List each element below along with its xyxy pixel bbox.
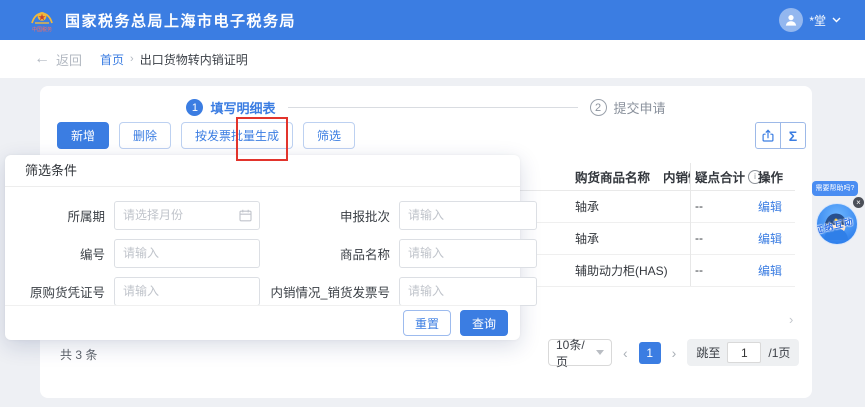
edit-link[interactable]: 编辑 [758,254,782,286]
step-1-label: 填写明细表 [210,101,276,116]
assistant-tooltip: 需要帮助吗? [812,181,858,196]
cell-doubt: -- [695,231,703,245]
total-pages: /1页 [768,346,791,360]
filter-button[interactable]: 筛选 [303,122,356,149]
fixed-column-divider [690,163,691,286]
back-button[interactable]: 返回 [56,50,82,69]
breadcrumb-separator: › [130,53,134,65]
batch-input[interactable] [399,200,537,230]
cell-product: 轴承 [575,199,600,214]
jump-label: 跳至 [696,346,721,360]
filter-row: 编号 商品名称 [11,234,537,272]
page-jump: 跳至 /1页 [687,339,800,366]
mascot-icon [824,213,848,240]
step-2: 2 提交申请 [589,98,666,117]
pagination: 10条/页 ‹ 1 › 跳至 /1页 [548,338,800,369]
next-page-button[interactable]: › [670,345,679,361]
user-icon [786,15,797,26]
close-icon[interactable]: × [853,197,864,208]
logo-caption: 中国税务 [31,26,52,33]
field-label-number: 编号 [79,247,105,262]
scroll-right-icon[interactable]: › [789,312,793,327]
cell-product: 轴承 [575,231,600,246]
annotation-highlight-box [236,117,288,161]
page-size-select[interactable]: 10条/页 [548,338,612,369]
cell-doubt: -- [695,263,703,277]
product-name-input[interactable] [399,238,537,268]
chevron-down-icon [832,17,841,23]
cell-doubt: -- [695,199,703,213]
add-button[interactable]: 新增 [57,122,110,149]
total-count: 共 3 条 [60,348,98,362]
step-1-number: 1 [186,99,204,116]
sales-invoice-input[interactable] [399,276,537,306]
col-header-domestic: 内销情 [663,171,691,185]
brand: 中国税务 国家税务总局上海市电子税务局 [28,4,296,36]
breadcrumb: ← 返回 首页 › 出口货物转内销证明 [0,40,865,78]
filter-row: 所属期 申报批次 [11,196,537,234]
sigma-icon: Σ [788,127,798,144]
edit-link[interactable]: 编辑 [758,190,782,222]
voucher-input[interactable] [114,276,260,306]
breadcrumb-home[interactable]: 首页 [100,51,124,68]
step-2-number: 2 [589,99,607,116]
filter-form: 所属期 申报批次 编号 商品名称 [5,187,537,310]
reset-button[interactable]: 重置 [402,310,451,336]
edit-link[interactable]: 编辑 [758,222,782,254]
col-header-product: 购货商品名称 [575,171,651,185]
back-arrow-icon[interactable]: ← [34,51,50,67]
field-label-product-name: 商品名称 [339,247,390,262]
table-tools: Σ [755,122,806,149]
toolbar: 新增 删除 按发票批量生成 筛选 [57,122,356,149]
jump-page-input[interactable] [727,342,762,363]
delete-button[interactable]: 删除 [119,122,172,149]
col-header-actions: 操作 [758,171,784,185]
field-label-voucher: 原购货凭证号 [29,285,105,300]
export-icon [762,128,774,142]
filter-dialog: 筛选条件 所属期 申报批次 编号 [5,155,537,340]
filter-dialog-footer: 重置 查询 [5,305,520,340]
number-input[interactable] [114,238,260,268]
site-title: 国家税务总局上海市电子税务局 [65,12,297,30]
user-menu[interactable]: *堂 [779,8,841,32]
top-bar: 中国税务 国家税务总局上海市电子税务局 *堂 [0,0,865,40]
field-label-batch: 申报批次 [339,209,390,224]
user-name: *堂 [809,13,826,28]
page: 中国税务 国家税务总局上海市电子税务局 *堂 ← 返回 首页 › 出口货物转内销… [0,0,865,407]
cell-product: 辅助动力柜(HAS) [575,263,668,278]
period-input[interactable] [114,200,260,230]
query-button[interactable]: 查询 [459,310,508,336]
page-size-value: 10条/页 [556,337,585,369]
prev-page-button[interactable]: ‹ [621,345,630,361]
step-1: 1 填写明细表 [186,98,276,117]
col-header-doubt: 疑点合计 i [695,163,763,190]
chevron-down-icon [596,350,604,355]
emblem-icon [31,11,53,24]
user-avatar[interactable] [779,8,804,32]
breadcrumb-current: 出口货物转内销证明 [139,52,248,67]
stepper: 1 填写明细表 2 提交申请 [40,98,812,117]
current-page-button[interactable]: 1 [638,341,661,364]
tax-emblem-logo: 中国税务 [28,4,56,36]
export-button[interactable] [756,123,780,148]
field-label-period: 所属期 [67,209,105,224]
sum-button[interactable]: Σ [780,123,805,148]
step-2-label: 提交申请 [613,101,666,116]
assistant-widget: 需要帮助吗? × 征纳互动 [812,181,864,251]
stepper-connector [287,107,578,108]
field-label-sales-invoice: 内销情况_销货发票号 [270,285,390,300]
assistant-mascot-avatar[interactable]: 征纳互动 [816,203,858,245]
